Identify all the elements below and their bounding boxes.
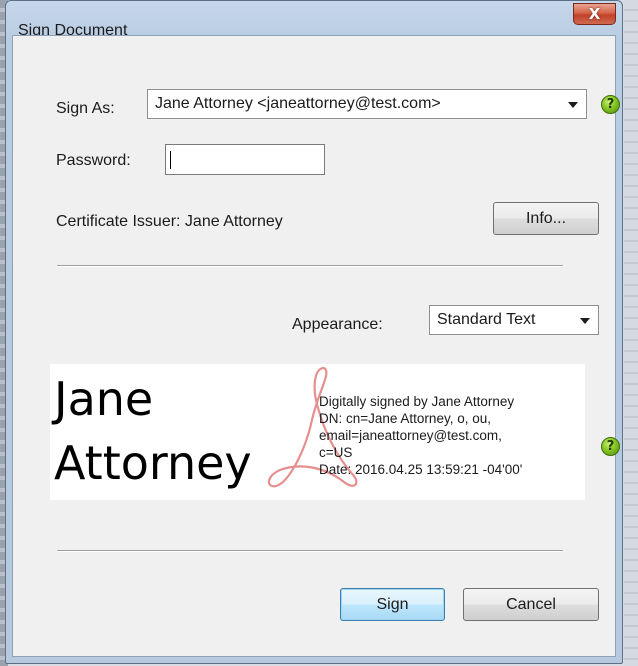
help-icon[interactable]: ?	[601, 437, 620, 456]
appearance-label: Appearance:	[292, 316, 383, 333]
chevron-down-icon	[580, 318, 590, 324]
signature-name-line-2: Attorney	[54, 436, 252, 490]
sign-button[interactable]: Sign	[340, 588, 445, 621]
sign-as-value: Jane Attorney <janeattorney@test.com>	[155, 95, 441, 112]
help-icon[interactable]: ?	[601, 95, 620, 114]
dialog-body: Sign As: Jane Attorney <janeattorney@tes…	[12, 35, 620, 657]
appearance-dropdown[interactable]: Standard Text	[429, 305, 599, 335]
cancel-button[interactable]: Cancel	[463, 588, 599, 621]
signature-detail-line: Date: 2016.04.25 13:59:21 -04'00'	[319, 462, 523, 477]
appearance-value: Standard Text	[437, 311, 536, 328]
close-button[interactable]: X	[573, 3, 616, 25]
signature-detail-line: email=janeattorney@test.com,	[319, 428, 502, 443]
desktop-backdrop-right	[624, 0, 638, 666]
text-caret	[170, 151, 171, 169]
signature-preview: Jane Attorney Digitally signed by Jane A…	[50, 364, 585, 500]
password-label: Password:	[56, 152, 131, 169]
signature-detail-line: DN: cn=Jane Attorney, o, ou,	[319, 411, 491, 426]
signature-name-line-1: Jane	[54, 372, 154, 426]
title-bar[interactable]: Sign Document X	[6, 1, 622, 39]
signature-detail-line: Digitally signed by Jane Attorney	[319, 394, 515, 409]
certificate-issuer-text: Certificate Issuer: Jane Attorney	[56, 213, 283, 230]
sign-as-dropdown[interactable]: Jane Attorney <janeattorney@test.com>	[147, 89, 587, 119]
info-button[interactable]: Info...	[493, 202, 599, 235]
signature-detail-line: c=US	[319, 445, 353, 460]
sign-as-label: Sign As:	[56, 100, 115, 117]
divider-top	[57, 265, 563, 267]
divider-bottom	[57, 550, 563, 552]
chevron-down-icon	[568, 102, 578, 108]
signature-details: Digitally signed by Jane Attorney DN: cn…	[319, 393, 585, 478]
sign-document-dialog: Sign Document X Sign As: Jane Attorney <…	[5, 0, 623, 664]
close-icon: X	[588, 5, 601, 23]
password-field[interactable]	[165, 144, 325, 175]
